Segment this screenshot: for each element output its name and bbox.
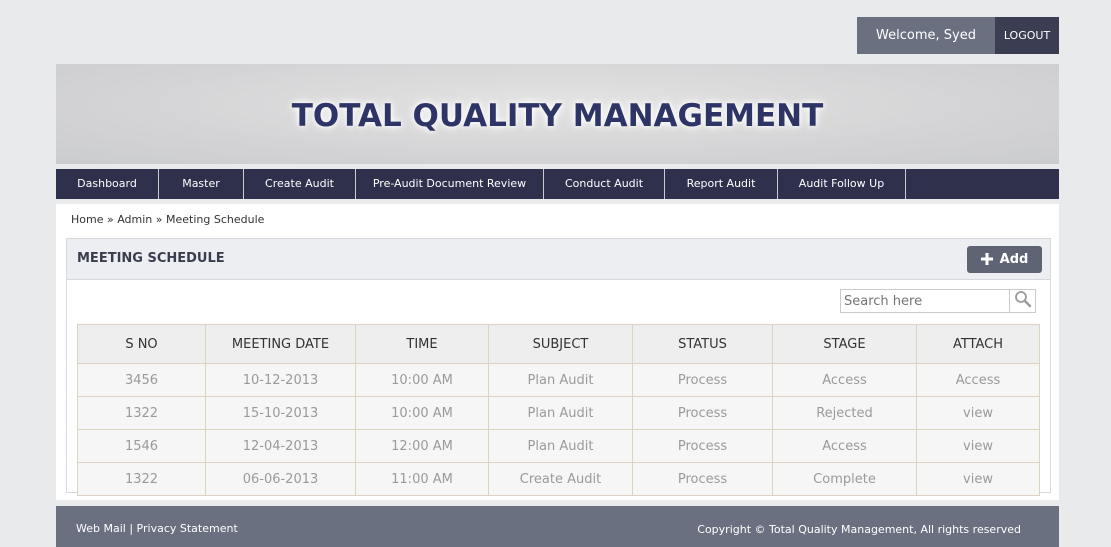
privacy-statement-link[interactable]: Privacy Statement [137, 522, 238, 535]
cell-attach-link[interactable]: Access [916, 363, 1040, 397]
breadcrumb-current: Meeting Schedule [166, 213, 265, 226]
footer: Web Mail | Privacy Statement Copyright ©… [56, 506, 1059, 547]
cell-time: 12:00 AM [355, 429, 489, 463]
nav-item-report-audit[interactable]: Report Audit [665, 169, 778, 199]
banner: TOTAL QUALITY MANAGEMENT [56, 64, 1059, 164]
cell-stage: Rejected [772, 396, 917, 430]
breadcrumb-home[interactable]: Home [71, 213, 103, 226]
cell-meeting-date: 15-10-2013 [205, 396, 356, 430]
cell-stage: Access [772, 363, 917, 397]
column-header-time[interactable]: TIME [355, 324, 489, 364]
plus-icon [980, 246, 993, 273]
add-button[interactable]: Add [967, 246, 1042, 273]
cell-subject: Plan Audit [488, 363, 633, 397]
webmail-link[interactable]: Web Mail [76, 522, 126, 535]
cell-attach-link[interactable]: view [916, 396, 1040, 430]
table-header-row: S NO MEETING DATE TIME SUBJECT STATUS ST… [77, 324, 1040, 364]
cell-stage: Access [772, 429, 917, 463]
table-row[interactable]: 1322 06-06-2013 11:00 AM Create Audit Pr… [77, 462, 1040, 496]
cell-subject: Plan Audit [488, 429, 633, 463]
cell-subject: Plan Audit [488, 396, 633, 430]
main-nav: Dashboard Master Create Audit Pre-Audit … [56, 169, 1059, 199]
page-title: MEETING SCHEDULE [77, 251, 225, 266]
cell-meeting-date: 12-04-2013 [205, 429, 356, 463]
search-button[interactable] [1010, 289, 1036, 313]
breadcrumb-separator: » [155, 213, 163, 226]
nav-item-pre-audit-review[interactable]: Pre-Audit Document Review [356, 169, 544, 199]
cell-time: 11:00 AM [355, 462, 489, 496]
cell-status: Process [632, 396, 773, 430]
panel-header: MEETING SCHEDULE Add [67, 239, 1050, 280]
column-header-subject[interactable]: SUBJECT [488, 324, 633, 364]
copyright-text: Copyright © Total Quality Management, Al… [697, 523, 1021, 536]
column-header-status[interactable]: STATUS [632, 324, 773, 364]
cell-sno: 1322 [77, 462, 206, 496]
breadcrumb-separator: » [106, 213, 114, 226]
column-header-meeting-date[interactable]: MEETING DATE [205, 324, 356, 364]
content-area: Home » Admin » Meeting Schedule MEETING … [56, 204, 1059, 500]
logout-button[interactable]: LOGOUT [995, 17, 1059, 54]
cell-attach-link[interactable]: view [916, 462, 1040, 496]
cell-status: Process [632, 462, 773, 496]
breadcrumb: Home » Admin » Meeting Schedule [71, 213, 264, 226]
footer-links: Web Mail | Privacy Statement [76, 522, 238, 535]
cell-subject: Create Audit [488, 462, 633, 496]
user-box: Welcome, Syed Umar LOGOUT [857, 17, 1059, 80]
cell-stage: Complete [772, 462, 917, 496]
magnifier-icon [1014, 290, 1032, 312]
meeting-schedule-panel: MEETING SCHEDULE Add Search here S NO ME… [66, 238, 1051, 496]
cell-attach-link[interactable]: view [916, 429, 1040, 463]
nav-item-audit-follow-up[interactable]: Audit Follow Up [778, 169, 906, 199]
column-header-stage[interactable]: STAGE [772, 324, 917, 364]
cell-time: 10:00 AM [355, 363, 489, 397]
meeting-table: S NO MEETING DATE TIME SUBJECT STATUS ST… [77, 324, 1040, 496]
column-header-attach[interactable]: ATTACH [916, 324, 1040, 364]
table-row[interactable]: 1546 12-04-2013 12:00 AM Plan Audit Proc… [77, 429, 1040, 463]
column-header-sno[interactable]: S NO [77, 324, 206, 364]
breadcrumb-admin[interactable]: Admin [117, 213, 152, 226]
add-button-label: Add [999, 252, 1029, 267]
nav-item-master[interactable]: Master [159, 169, 244, 199]
cell-sno: 1322 [77, 396, 206, 430]
cell-sno: 3456 [77, 363, 206, 397]
table-row[interactable]: 3456 10-12-2013 10:00 AM Plan Audit Proc… [77, 363, 1040, 397]
cell-status: Process [632, 429, 773, 463]
welcome-text: Welcome, Syed Umar [857, 17, 995, 80]
app-title: TOTAL QUALITY MANAGEMENT [291, 98, 824, 134]
cell-sno: 1546 [77, 429, 206, 463]
search-box [840, 289, 1038, 313]
cell-status: Process [632, 363, 773, 397]
cell-meeting-date: 06-06-2013 [205, 462, 356, 496]
nav-item-create-audit[interactable]: Create Audit [244, 169, 356, 199]
footer-divider: | [129, 522, 134, 535]
table-row[interactable]: 1322 15-10-2013 10:00 AM Plan Audit Proc… [77, 396, 1040, 430]
nav-item-conduct-audit[interactable]: Conduct Audit [544, 169, 665, 199]
cell-meeting-date: 10-12-2013 [205, 363, 356, 397]
search-input[interactable] [840, 289, 1010, 313]
nav-item-dashboard[interactable]: Dashboard [56, 169, 159, 199]
cell-time: 10:00 AM [355, 396, 489, 430]
